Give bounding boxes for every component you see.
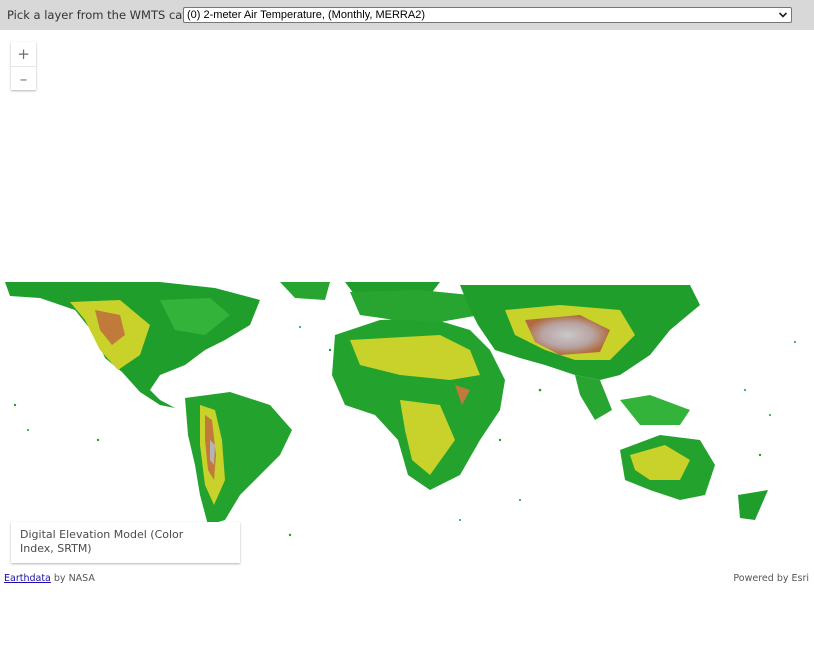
attribution-source: Earthdata by NASA — [4, 573, 95, 584]
earthdata-link[interactable]: Earthdata — [4, 573, 51, 584]
layer-select-value: (0) 2-meter Air Temperature, (Monthly, M… — [187, 9, 425, 21]
layer-picker-label: Pick a layer from the WMTS catalog — [7, 8, 212, 22]
legend-panel: Digital Elevation Model (Color Index, SR… — [11, 522, 240, 563]
attribution-by-text: by NASA — [50, 573, 95, 584]
powered-by-esri: Powered by Esri — [733, 573, 809, 584]
zoom-out-button[interactable]: – — [11, 66, 36, 90]
elevation-map[interactable] — [0, 280, 814, 540]
north-america — [5, 282, 330, 408]
zoom-control: + – — [11, 42, 36, 90]
map-app: Pick a layer from the WMTS catalog (0) 2… — [0, 0, 814, 649]
legend-title: Digital Elevation Model (Color Index, SR… — [20, 528, 184, 555]
chevron-down-icon — [778, 12, 788, 18]
layer-select[interactable]: (0) 2-meter Air Temperature, (Monthly, M… — [183, 7, 792, 23]
layer-picker-bar: Pick a layer from the WMTS catalog (0) 2… — [0, 0, 814, 30]
south-america — [185, 392, 292, 525]
australia — [620, 435, 768, 520]
zoom-in-button[interactable]: + — [11, 42, 36, 66]
